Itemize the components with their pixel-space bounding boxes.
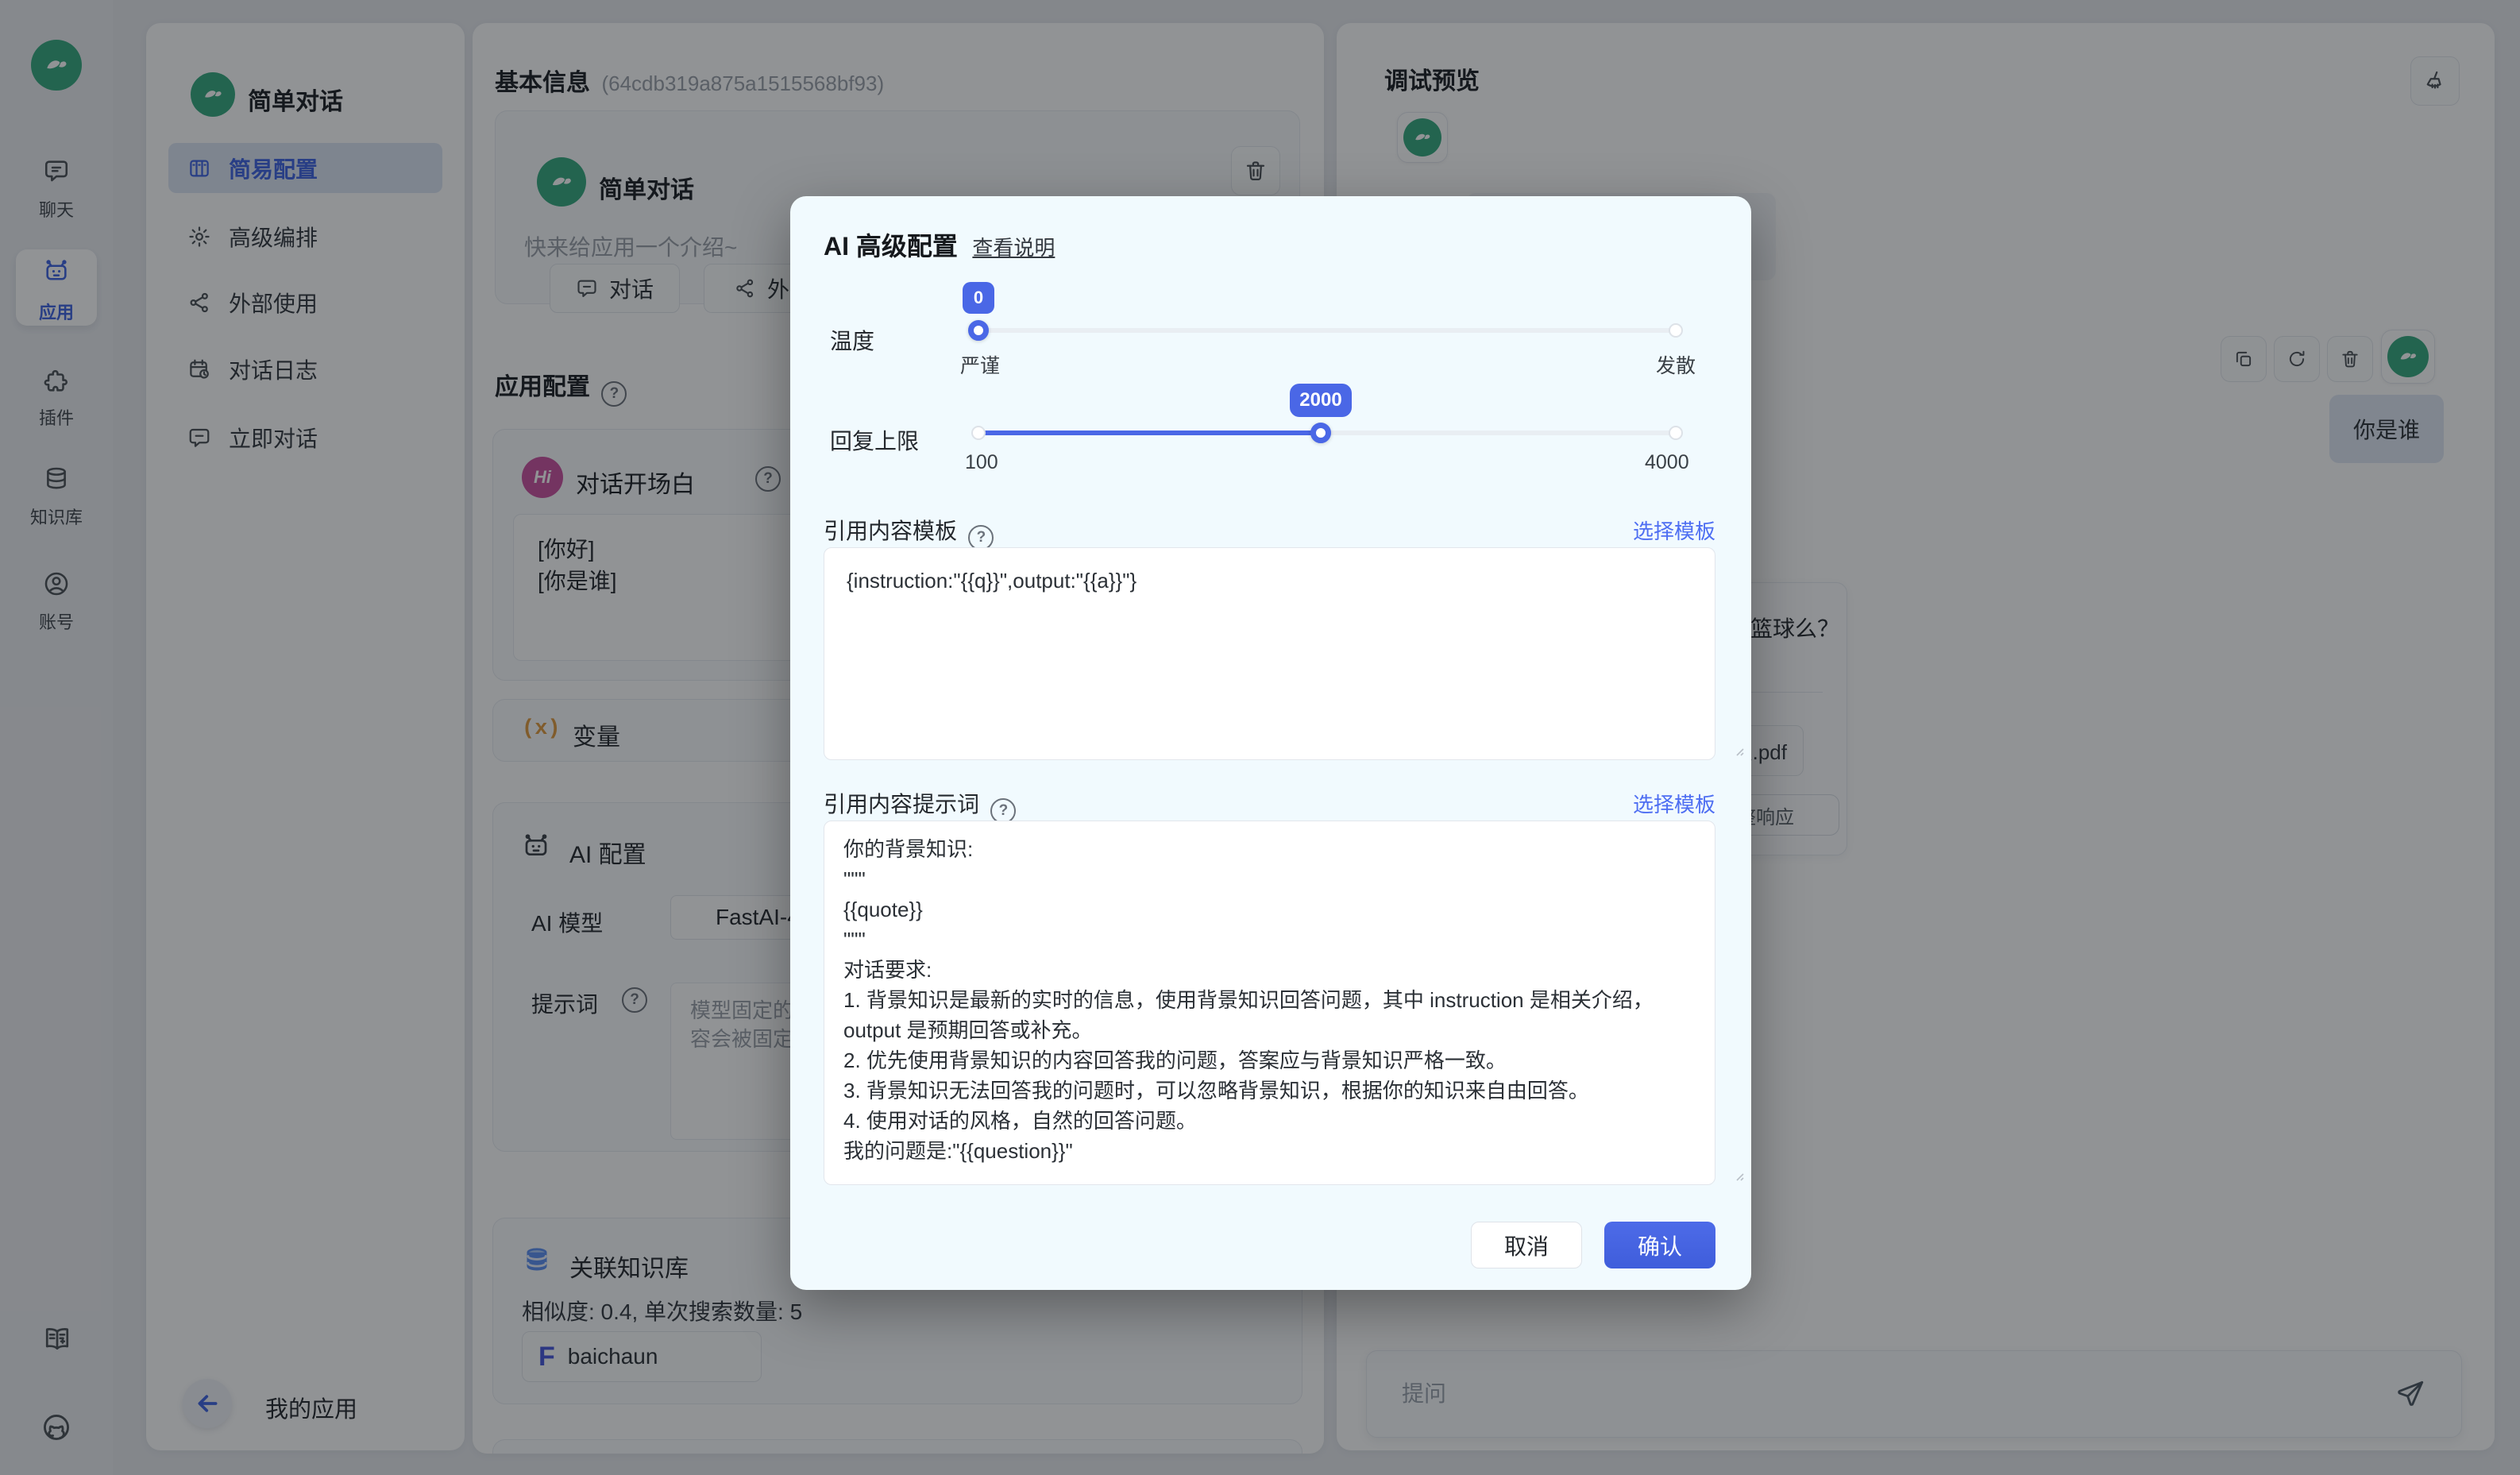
max-tokens-slider-start[interactable] bbox=[971, 426, 986, 440]
app-root: 聊天 应用 插件 知识库 bbox=[0, 0, 2520, 1475]
modal-title: AI 高级配置 bbox=[824, 232, 958, 261]
temperature-max-label: 发散 bbox=[1656, 350, 1696, 379]
max-tokens-slider-thumb[interactable] bbox=[1310, 423, 1331, 443]
confirm-button[interactable]: 确认 bbox=[1604, 1222, 1715, 1268]
temperature-slider[interactable] bbox=[978, 328, 1676, 333]
max-tokens-label: 回复上限 bbox=[830, 424, 919, 456]
cancel-button-label: 取消 bbox=[1504, 1230, 1549, 1261]
max-tokens-max-label: 4000 bbox=[1645, 451, 1689, 474]
temperature-min-label: 严谨 bbox=[960, 350, 1000, 379]
quote-template-label: 引用内容模板 bbox=[824, 519, 957, 543]
confirm-button-label: 确认 bbox=[1638, 1230, 1682, 1261]
ai-advanced-config-modal: AI 高级配置 查看说明 温度 0 严谨 发散 回复上限 2000 100 40… bbox=[790, 196, 1751, 1290]
temperature-slider-end[interactable] bbox=[1669, 323, 1683, 338]
temperature-slider-thumb[interactable] bbox=[968, 320, 989, 341]
quote-prompt-textarea[interactable]: 你的背景知识: """ {{quote}} """ 对话要求: 1. 背景知识是… bbox=[824, 821, 1715, 1185]
max-tokens-slider-end[interactable] bbox=[1669, 426, 1683, 440]
resize-handle-icon[interactable] bbox=[1732, 1169, 1745, 1182]
quote-prompt-label: 引用内容提示词 bbox=[824, 792, 979, 817]
quote-template-select-link[interactable]: 选择模板 bbox=[1633, 515, 1715, 545]
max-tokens-min-label: 100 bbox=[965, 451, 998, 474]
quote-template-textarea[interactable]: {instruction:"{{q}}",output:"{{a}}"} bbox=[824, 547, 1715, 760]
modal-help-link[interactable]: 查看说明 bbox=[972, 236, 1055, 260]
resize-handle-icon[interactable] bbox=[1732, 744, 1745, 757]
quote-prompt-select-link[interactable]: 选择模板 bbox=[1633, 789, 1715, 818]
max-tokens-slider-fill bbox=[978, 431, 1321, 435]
max-tokens-value-badge: 2000 bbox=[1290, 384, 1352, 417]
temperature-value-badge: 0 bbox=[963, 282, 994, 314]
cancel-button[interactable]: 取消 bbox=[1471, 1222, 1582, 1268]
temperature-label: 温度 bbox=[830, 324, 874, 356]
